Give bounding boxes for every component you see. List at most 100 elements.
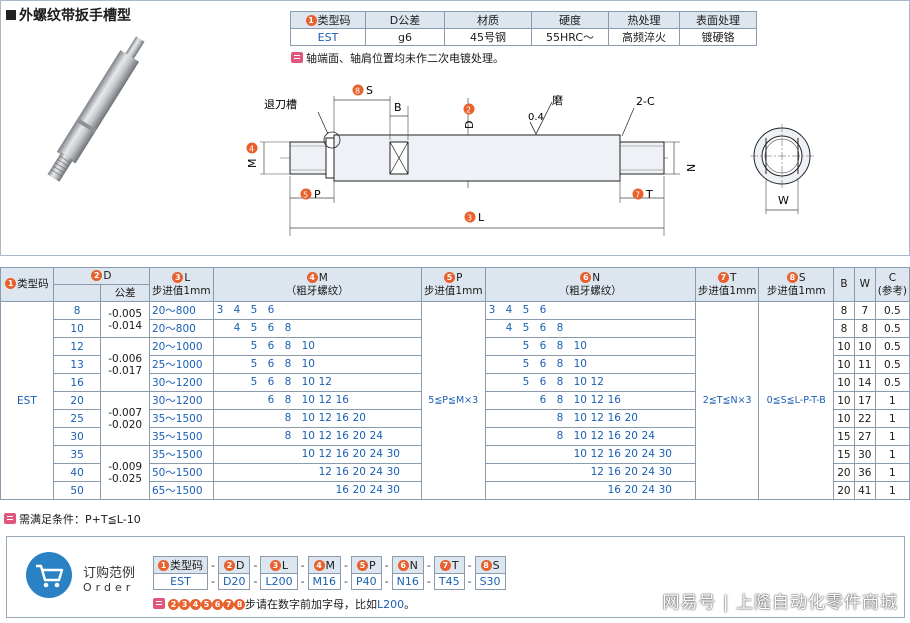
c-cell: 0.5: [874, 355, 910, 374]
svg-text:S: S: [366, 84, 373, 97]
tolerance-cell: -0.009 -0.025: [100, 445, 150, 500]
b-cell: 10: [832, 355, 855, 374]
t-range-cell: 2≦T≦N×3: [694, 301, 760, 500]
svg-text:4: 4: [249, 145, 254, 154]
dimension-table: 1 类型码 2D 3 L 步进值1mm 4 M （粗牙螺纹） 5 P 步进值1mm 6 N （粗牙…: [0, 267, 910, 500]
svg-text:W: W: [778, 194, 789, 207]
svg-text:P: P: [314, 188, 321, 201]
l-range-cell: 25～1000: [148, 355, 214, 374]
title-square-icon: [6, 10, 16, 20]
b-cell: 20: [832, 481, 855, 500]
order-value-cell: N16: [391, 573, 424, 590]
w-cell: 7: [853, 301, 876, 320]
n-values-cell: 4568: [484, 319, 696, 338]
n-values-cell: 6 8 10 12 16: [484, 391, 696, 410]
c-cell: 1: [874, 463, 910, 482]
w-cell: 22: [853, 409, 876, 428]
note-icon: [291, 52, 303, 63]
m-values-cell: 3456: [212, 301, 422, 320]
c-cell: 0.5: [874, 319, 910, 338]
spec-header-hardness: 硬度: [531, 11, 609, 29]
spec-table: 1 类型码 D公差 材质 硬度 热处理 表面处理 EST g6 45号钢 55HR…: [290, 11, 757, 46]
spec-value-surface: 镀硬铬: [679, 28, 757, 46]
tolerance-cell: -0.005 -0.014: [100, 301, 150, 338]
b-cell: 8: [832, 301, 855, 320]
svg-text:5: 5: [303, 191, 308, 200]
svg-text:3: 3: [467, 214, 472, 223]
header-l: 3 L 步进值1mm: [148, 267, 214, 302]
order-header-cell: 3L: [260, 556, 298, 574]
b-cell: 10: [832, 373, 855, 392]
b-cell: 10: [832, 409, 855, 428]
d-cell: 20: [52, 391, 102, 410]
order-value-cell: M16: [307, 573, 342, 590]
spec-value-hardness: 55HRC～: [531, 28, 609, 46]
label-n: 6 N: [685, 144, 698, 172]
l-range-cell: 30～1200: [148, 373, 214, 392]
d-cell: 16: [52, 373, 102, 392]
b-cell: 20: [832, 463, 855, 482]
order-header-cell: 6N: [391, 556, 424, 574]
n-values-cell: 8 10 12 16 20: [484, 409, 696, 428]
c-cell: 1: [874, 427, 910, 446]
label-undercut: 退刀槽: [264, 98, 297, 111]
note-icon: [153, 598, 165, 609]
order-header-cell: 2D: [217, 556, 251, 574]
p-range-cell: 5≦P≦M×3: [420, 301, 486, 500]
w-cell: 14: [853, 373, 876, 392]
d-cell: 8: [52, 301, 102, 320]
order-value-cell: P40: [351, 573, 382, 590]
d-cell: 35: [52, 445, 102, 464]
l-range-cell: 35～1500: [148, 427, 214, 446]
header-b: B: [832, 267, 855, 302]
header-m: 4 M （粗牙螺纹）: [212, 267, 422, 302]
spec-value-material: 45号钢: [444, 28, 532, 46]
d-cell: 13: [52, 355, 102, 374]
product-photo: [47, 36, 145, 182]
table-row: EST 8 -0.005 -0.014 20～800 3 4 5 6 5≦P≦M×3 3 4 5 6 2≦T…: [0, 301, 910, 500]
n-values-cell: 12 16 20 24 30: [484, 463, 696, 482]
order-value-cell: T45: [433, 573, 465, 590]
svg-text:2: 2: [466, 106, 471, 115]
m-values-cell: 6 8 10 12 16: [212, 391, 422, 410]
order-subtitle: Order: [83, 581, 135, 594]
spec-header-tolerance: D公差: [365, 11, 445, 29]
m-values-cell: 16 20 24 30: [212, 481, 422, 500]
l-range-cell: 20～800: [148, 301, 214, 320]
w-cell: 11: [853, 355, 876, 374]
c-cell: 1: [874, 481, 910, 500]
header-w: W: [853, 267, 876, 302]
order-value-cell: D20: [217, 573, 251, 590]
w-cell: 41: [853, 481, 876, 500]
svg-text:D: D: [463, 121, 476, 129]
order-header-cell: 8S: [474, 556, 506, 574]
c-cell: 1: [874, 445, 910, 464]
w-cell: 30: [853, 445, 876, 464]
order-title: 订购范例: [83, 566, 136, 581]
order-header-cell: 1 类型码: [153, 556, 208, 574]
d-cell: 25: [52, 409, 102, 428]
svg-text:2-C: 2-C: [636, 95, 655, 108]
d-cell: 10: [52, 319, 102, 338]
m-values-cell: 8 10 12 16 20 24: [212, 427, 422, 446]
l-range-cell: 35～1500: [148, 445, 214, 464]
header-s: 8 S 步进值1mm: [758, 267, 834, 302]
l-range-cell: 20～800: [148, 319, 214, 338]
spec-header-surface: 表面处理: [679, 11, 757, 29]
l-range-cell: 50～1500: [148, 463, 214, 482]
n-values-cell: 5 6 8 10 12: [484, 373, 696, 392]
spec-header-heat: 热处理: [608, 11, 680, 29]
b-cell: 10: [832, 337, 855, 356]
header-n: 6 N （粗牙螺纹）: [484, 267, 696, 302]
svg-text:磨: 磨: [552, 94, 563, 107]
m-values-cell: 12 16 20 24 30: [212, 463, 422, 482]
cart-icon: [26, 552, 72, 598]
header-p: 5 P 步进值1mm: [420, 267, 486, 302]
svg-text:0.4: 0.4: [528, 112, 544, 123]
order-value-cell: EST: [153, 573, 208, 590]
m-values-cell: 5 6 8 10: [212, 337, 422, 356]
page-title: 外螺纹带扳手槽型: [6, 5, 131, 25]
spec-value-heat: 高频淬火: [608, 28, 680, 46]
order-value-cell: L200: [260, 573, 298, 590]
d-cell: 30: [52, 427, 102, 446]
